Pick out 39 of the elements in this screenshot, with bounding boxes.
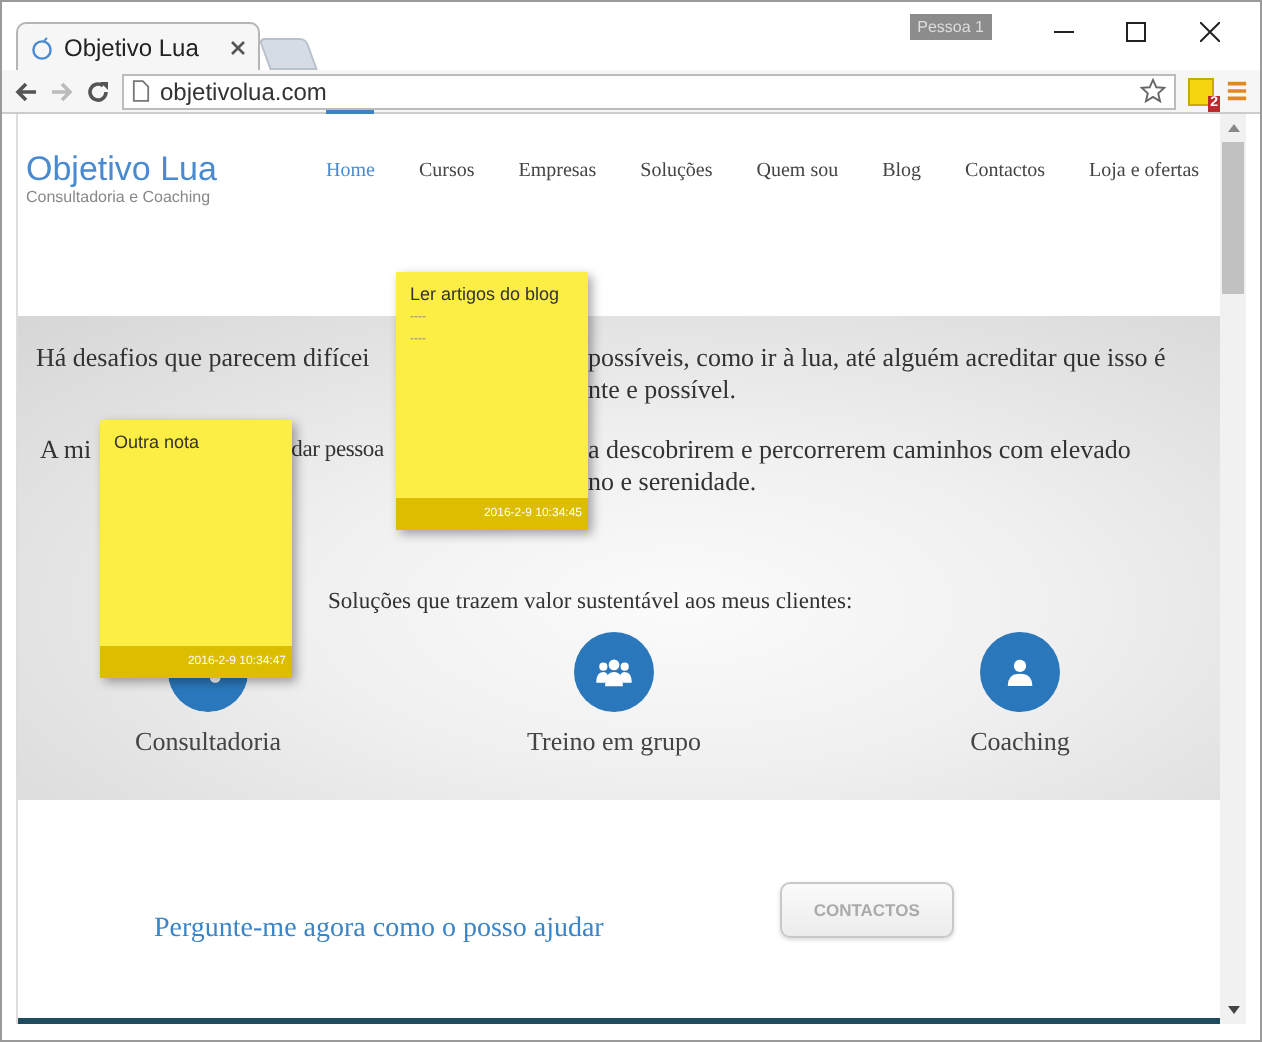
hero-text: nte e possível.	[588, 374, 737, 404]
hero-text: dar pessoa	[291, 436, 384, 466]
browser-tab[interactable]: Objetivo Lua	[16, 22, 260, 70]
hero-text: A mi	[40, 434, 92, 466]
page-icon	[132, 80, 150, 102]
nav-link[interactable]: Quem sou	[756, 110, 839, 182]
nav-link[interactable]: Soluções	[640, 110, 713, 182]
back-icon[interactable]	[14, 79, 38, 103]
section-subtitle: Soluções que trazem valor sustentável aos meus clientes:	[326, 590, 855, 614]
call-to-action-text: Pergunte-me agora como o posso ajudar	[154, 913, 604, 945]
hero-text: a descobrirem e percorrerem caminhos com elevado	[588, 434, 1131, 464]
address-bar[interactable]: objetivolua.com	[122, 73, 1176, 109]
scroll-down-icon[interactable]	[1227, 1006, 1239, 1014]
hero-text: possíveis, como ir à lua, até alguém acreditar que isso é	[588, 342, 1166, 372]
nav-link[interactable]: Cursos	[418, 110, 475, 182]
nav-link[interactable]: Empresas	[518, 110, 597, 182]
service-label[interactable]: Consultadoria	[135, 726, 281, 758]
scroll-thumb[interactable]	[1222, 142, 1244, 294]
note-title: Ler artigos do blog	[408, 282, 562, 308]
hero-text: Há desafios que parecem difícei	[36, 342, 370, 374]
moon-icon	[30, 35, 54, 59]
note-title: Outra nota	[112, 430, 202, 456]
service-label[interactable]: Treino em grupo	[527, 726, 701, 758]
star-icon[interactable]	[1140, 78, 1166, 104]
site-logo[interactable]: Objetivo Lua Consultadoria e Coaching	[26, 150, 294, 206]
close-tab-icon[interactable]	[230, 39, 246, 55]
nav-link[interactable]: Blog	[882, 110, 922, 182]
nav-link[interactable]: Home	[326, 110, 375, 182]
scrollbar[interactable]	[1220, 114, 1246, 1024]
service-label[interactable]: Coaching	[970, 726, 1070, 758]
maximize-icon[interactable]	[1126, 22, 1146, 42]
nav-link[interactable]: Contactos	[965, 110, 1046, 182]
group-icon[interactable]	[574, 632, 654, 712]
person-icon[interactable]	[980, 632, 1060, 712]
hero-text: no e serenidade.	[588, 466, 757, 496]
scroll-up-icon[interactable]	[1227, 124, 1239, 132]
reload-icon[interactable]	[86, 79, 110, 103]
nav-link[interactable]: Loja e ofertas	[1089, 110, 1200, 182]
close-icon[interactable]	[1200, 22, 1220, 42]
